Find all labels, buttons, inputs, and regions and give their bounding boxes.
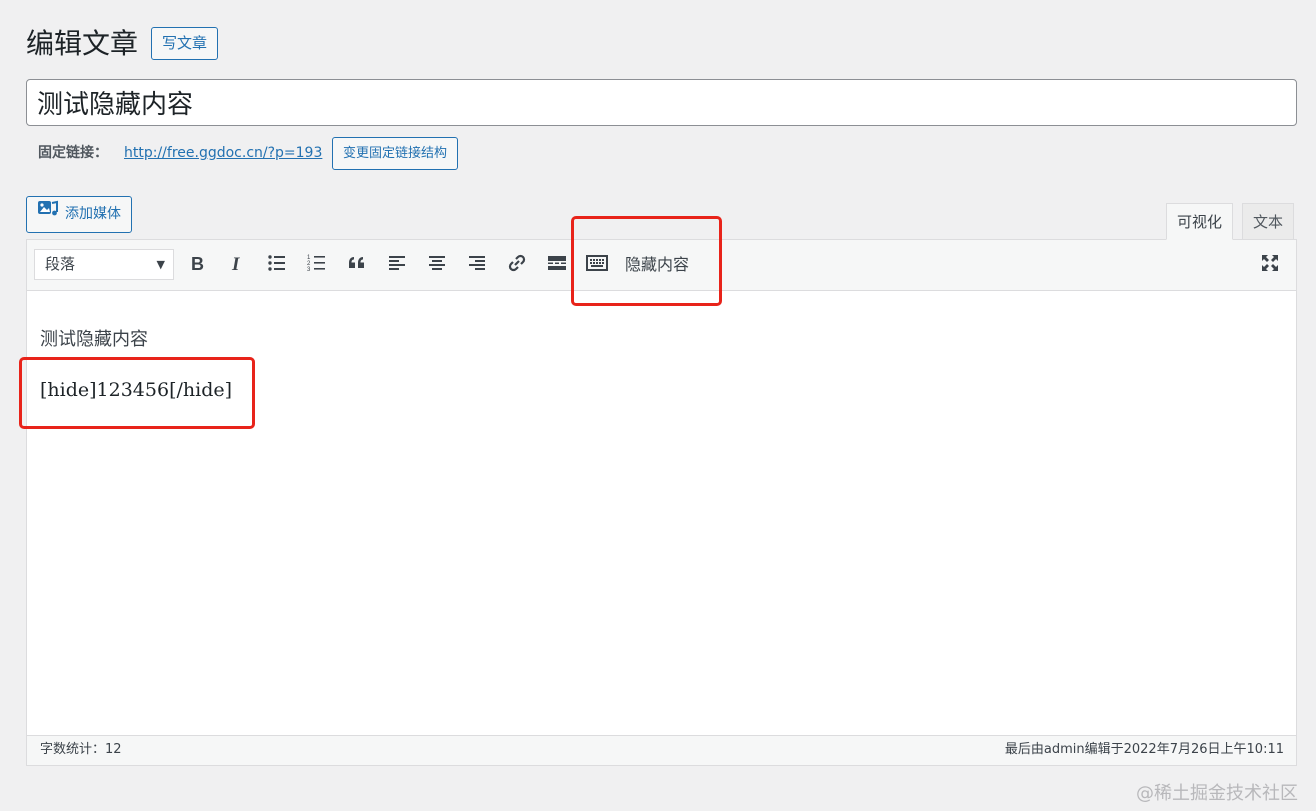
link-icon: [506, 252, 528, 278]
svg-text:I: I: [231, 254, 240, 274]
align-center-icon: [426, 252, 448, 278]
bullet-list-icon: [266, 252, 288, 278]
tab-visual[interactable]: 可视化: [1166, 203, 1234, 240]
insert-link-button[interactable]: [502, 250, 532, 280]
svg-text:B: B: [191, 254, 204, 274]
bold-icon: B: [186, 252, 208, 278]
post-title-input[interactable]: [26, 79, 1297, 126]
watermark: @稀土掘金技术社区: [1136, 783, 1298, 804]
svg-text:3: 3: [307, 267, 311, 273]
read-more-icon: [546, 252, 568, 278]
permalink-label: 固定链接：: [38, 145, 108, 161]
add-media-label: 添加媒体: [65, 206, 121, 222]
fullscreen-icon: [1259, 252, 1281, 278]
align-left-button[interactable]: [382, 250, 412, 280]
editor-frame: [26, 239, 1297, 766]
align-right-button[interactable]: [462, 250, 492, 280]
italic-button[interactable]: I: [222, 250, 252, 280]
fullscreen-button[interactable]: [1255, 250, 1285, 280]
numbered-list-button[interactable]: 123: [302, 250, 332, 280]
media-icon: [37, 197, 59, 232]
italic-icon: I: [226, 252, 248, 278]
chevron-down-icon: ▼: [156, 258, 165, 271]
change-permalink-structure-button[interactable]: 变更固定链接结构: [332, 137, 459, 170]
page-title: 编辑文章: [26, 27, 139, 60]
numbered-list-icon: 123: [306, 252, 328, 278]
bold-button[interactable]: B: [182, 250, 212, 280]
add-media-button[interactable]: 添加媒体: [26, 196, 132, 233]
format-select-value: 段落: [45, 255, 76, 273]
read-more-button[interactable]: [542, 250, 572, 280]
annotation-box-hide-button: [571, 216, 722, 306]
bullet-list-button[interactable]: [262, 250, 292, 280]
last-edited-info: 最后由admin编辑于2022年7月26日上午10:11: [1004, 742, 1284, 757]
word-count: 字数统计：12: [40, 742, 122, 757]
permalink-link[interactable]: http://free.ggdoc.cn/?p=193: [124, 143, 322, 163]
blockquote-button[interactable]: [342, 250, 372, 280]
blockquote-icon: [346, 252, 368, 278]
new-post-button[interactable]: 写文章: [151, 27, 219, 60]
align-right-icon: [466, 252, 488, 278]
align-left-icon: [386, 252, 408, 278]
content-paragraph[interactable]: 测试隐藏内容: [40, 327, 148, 353]
tab-text[interactable]: 文本: [1242, 203, 1295, 240]
align-center-button[interactable]: [422, 250, 452, 280]
format-select[interactable]: 段落 ▼: [34, 249, 174, 280]
annotation-box-shortcode: [19, 357, 255, 429]
